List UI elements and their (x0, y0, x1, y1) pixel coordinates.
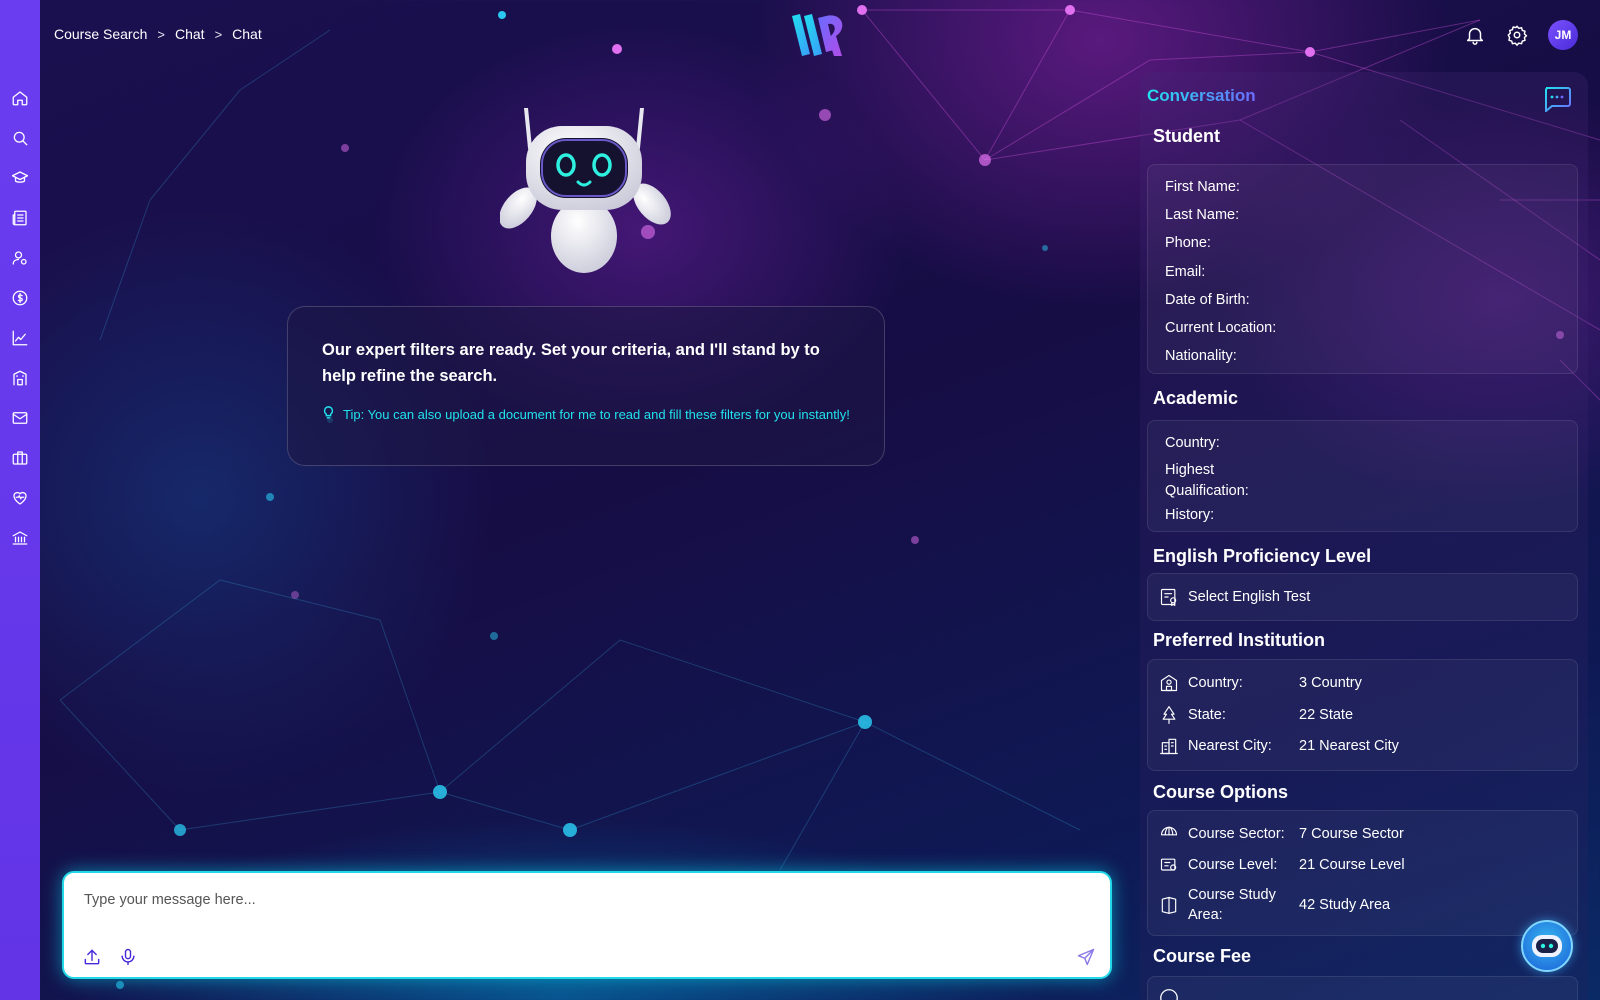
english-test-placeholder: Select English Test (1188, 589, 1311, 605)
building-icon (13, 370, 27, 386)
heart-icon (13, 491, 27, 505)
newspaper-icon (12, 210, 27, 226)
panel-title: Conversation (1147, 86, 1256, 105)
chat-bubble-icon[interactable] (1542, 86, 1572, 112)
institution-row-city[interactable]: Nearest City: 21 Nearest City (1158, 735, 1399, 757)
field-history: History: (1165, 507, 1215, 523)
institution-box[interactable]: Country: 3 Country State: 22 State Neare… (1147, 659, 1578, 771)
section-title-academic: Academic (1153, 388, 1239, 408)
field-email: Email: (1165, 264, 1206, 280)
graduation-cap-icon (11, 171, 29, 183)
field-current-location: Current Location: (1165, 320, 1277, 336)
sidebar-item-health[interactable] (0, 478, 40, 518)
field-phone: Phone: (1165, 235, 1211, 251)
sidebar (0, 0, 40, 1000)
sidebar-item-institutions[interactable] (0, 358, 40, 398)
search-icon (13, 131, 28, 146)
breadcrumb-separator: > (214, 26, 223, 42)
bank-icon (12, 531, 28, 545)
course-fee-box[interactable] (1147, 976, 1578, 1000)
bell-icon[interactable] (1464, 24, 1486, 46)
field-date-of-birth: Date of Birth: (1165, 292, 1250, 308)
upload-button[interactable] (80, 945, 104, 969)
breadcrumb-item-course-search[interactable]: Course Search (54, 26, 147, 42)
field-highest-qualification-line1: Highest (1165, 462, 1215, 478)
sidebar-item-home[interactable] (0, 78, 40, 118)
field-nationality: Nationality: (1165, 348, 1237, 364)
section-title-course-options: Course Options (1153, 782, 1289, 802)
book-icon (1161, 896, 1177, 914)
sidebar-item-users[interactable] (0, 238, 40, 278)
send-button[interactable] (1074, 945, 1098, 969)
brand-logo[interactable] (790, 10, 850, 60)
header-actions: JM (1464, 20, 1578, 50)
home-icon (12, 91, 28, 106)
institution-row-country[interactable]: Country: 3 Country (1158, 672, 1362, 694)
chart-icon (12, 330, 28, 346)
academic-box[interactable]: Country: Highest Qualification: History: (1147, 420, 1578, 532)
user-settings-icon (12, 251, 27, 265)
tree-icon (1162, 706, 1176, 724)
field-academic-country: Country: (1165, 435, 1220, 451)
bot-message-card: Our expert filters are ready. Set your c… (287, 306, 885, 466)
sidebar-item-finance[interactable] (0, 278, 40, 318)
institution-row-state[interactable]: State: 22 State (1158, 704, 1353, 726)
sidebar-item-bank[interactable] (0, 518, 40, 558)
briefcase-icon (12, 451, 28, 465)
lightbulb-icon (323, 406, 334, 419)
mail-icon (12, 412, 28, 424)
microphone-button[interactable] (116, 945, 140, 969)
bot-message-text: Our expert filters are ready. Set your c… (322, 341, 820, 385)
city-icon (1160, 738, 1178, 755)
course-row-study-area[interactable]: Course Study Area: 42 Study Area (1158, 885, 1390, 925)
breadcrumb-item-current: Chat (232, 26, 262, 42)
student-box[interactable]: First Name: Last Name: Phone: Email: Dat… (1147, 164, 1578, 374)
dollar-icon (12, 290, 28, 306)
certificate-icon (1160, 588, 1177, 606)
section-title-institution: Preferred Institution (1153, 630, 1326, 650)
gear-icon[interactable] (1506, 24, 1528, 46)
sidebar-item-news[interactable] (0, 198, 40, 238)
upload-icon (84, 949, 100, 965)
sector-icon (1160, 826, 1178, 836)
section-title-course-fee: Course Fee (1153, 946, 1252, 966)
breadcrumb-separator: > (157, 26, 165, 42)
course-row-sector[interactable]: Course Sector: 7 Course Sector (1158, 823, 1404, 845)
conversation-panel: Conversation Student First Name: Last Na… (1140, 72, 1588, 1000)
sidebar-item-courses[interactable] (0, 158, 40, 198)
sidebar-item-search[interactable] (0, 118, 40, 158)
breadcrumb: Course Search > Chat > Chat (54, 26, 262, 42)
robot-face-icon (1532, 935, 1562, 957)
avatar[interactable]: JM (1548, 20, 1578, 50)
english-test-select[interactable]: Select English Test (1147, 573, 1578, 621)
sidebar-item-analytics[interactable] (0, 318, 40, 358)
sidebar-item-jobs[interactable] (0, 438, 40, 478)
field-first-name: First Name: (1165, 179, 1240, 195)
microphone-icon (121, 948, 135, 966)
sidebar-item-mail[interactable] (0, 398, 40, 438)
tip-text: Tip: You can also upload a document for … (343, 407, 850, 422)
message-input[interactable] (84, 885, 1044, 915)
tip: Tip: You can also upload a document for … (322, 405, 850, 424)
section-title-english: English Proficiency Level (1153, 546, 1372, 566)
robot-illustration (500, 108, 671, 273)
breadcrumb-item-chat[interactable]: Chat (175, 26, 205, 42)
chat-input-box (62, 871, 1112, 979)
chatbot-launcher[interactable] (1521, 920, 1573, 972)
fee-icon (1160, 989, 1178, 1000)
field-highest-qualification-line2: Qualification: (1165, 483, 1249, 499)
course-row-level[interactable]: Course Level: 21 Course Level (1158, 854, 1405, 876)
certificate-icon (1160, 858, 1177, 871)
school-icon (1160, 674, 1178, 692)
course-options-box[interactable]: Course Sector: 7 Course Sector Course Le… (1147, 810, 1578, 936)
field-last-name: Last Name: (1165, 207, 1240, 223)
send-icon (1077, 948, 1095, 966)
section-title-student: Student (1153, 126, 1220, 146)
